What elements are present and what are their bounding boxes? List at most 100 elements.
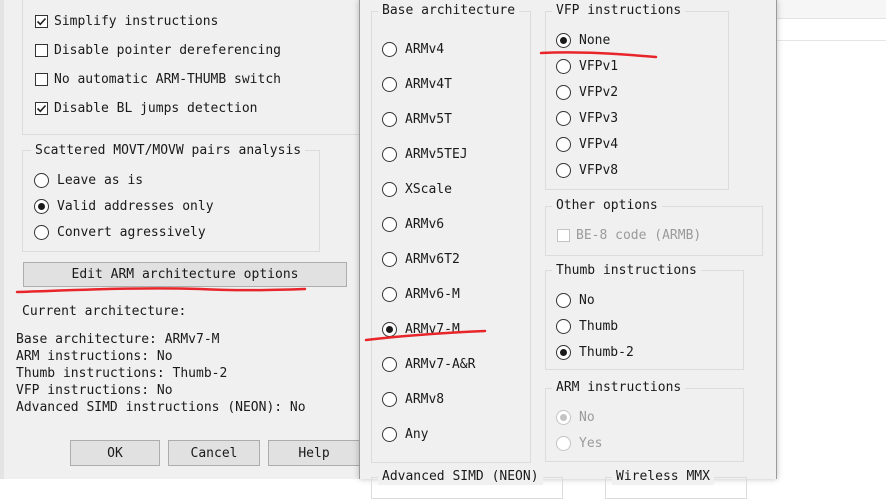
base-armv5tej-label: ARMv5TEJ	[405, 146, 468, 162]
arm-architecture-options-dialog: Base architecture ARMv4 ARMv4T ARMv5T AR…	[359, 0, 777, 499]
simplify-instructions-option[interactable]: Simplify instructions	[35, 12, 218, 30]
current-vfp-instructions: VFP instructions: No	[16, 383, 173, 398]
vfp-vfpv3-label: VFPv3	[579, 110, 619, 126]
other-options-title: Other options	[552, 198, 662, 214]
base-armv6m-option[interactable]: ARMv6-M	[382, 285, 460, 303]
vfp-vfpv4-radio[interactable]	[556, 136, 571, 152]
vfp-vfpv8-radio[interactable]	[556, 162, 571, 178]
wireless-mmx-title: Wireless MMX	[612, 469, 714, 485]
base-armv4t-label: ARMv4T	[405, 76, 452, 92]
vfp-vfpv4-label: VFPv4	[579, 136, 619, 152]
vfp-instructions-title: VFP instructions	[552, 3, 686, 19]
base-armv6-label: ARMv6	[405, 216, 445, 232]
thumb-thumb-option[interactable]: Thumb	[556, 317, 618, 335]
help-button-label: Help	[298, 445, 330, 461]
vfp-none-label: None	[579, 32, 611, 48]
thumb-thumb2-option[interactable]: Thumb-2	[556, 343, 634, 361]
thumb-thumb-label: Thumb	[579, 318, 619, 334]
base-armv5t-label: ARMv5T	[405, 111, 452, 127]
disable-bl-jumps-option[interactable]: Disable BL jumps detection	[35, 99, 258, 117]
base-any-radio[interactable]	[382, 426, 397, 442]
base-xscale-radio[interactable]	[382, 181, 397, 197]
vfp-none-radio[interactable]	[556, 32, 571, 48]
current-arm-instructions: ARM instructions: No	[16, 349, 173, 364]
thumb-instructions-title: Thumb instructions	[552, 263, 701, 279]
arm-no-radio[interactable]	[556, 409, 571, 425]
arm-no-option[interactable]: No	[556, 408, 595, 426]
simplify-instructions-label: Simplify instructions	[54, 13, 219, 29]
movt-leave-as-is-radio[interactable]	[34, 172, 49, 188]
base-armv7m-radio[interactable]	[382, 321, 397, 337]
help-button[interactable]: Help	[268, 440, 360, 466]
vfp-vfpv1-label: VFPv1	[579, 58, 619, 74]
thumb-thumb2-radio[interactable]	[556, 344, 571, 360]
be8-code-checkbox[interactable]	[557, 228, 570, 242]
base-armv6m-radio[interactable]	[382, 286, 397, 302]
vfp-none-option[interactable]: None	[556, 31, 610, 49]
analysis-options-dialog: Simplify instructions Disable pointer de…	[0, 0, 361, 479]
background-window	[775, 0, 886, 479]
vfp-vfpv8-option[interactable]: VFPv8	[556, 161, 618, 179]
base-armv6-radio[interactable]	[382, 216, 397, 232]
base-armv6t2-option[interactable]: ARMv6T2	[382, 250, 460, 268]
base-armv7ar-option[interactable]: ARMv7-A&R	[382, 355, 475, 373]
arm-yes-option[interactable]: Yes	[556, 434, 602, 452]
edit-arm-architecture-options-label: Edit ARM architecture options	[71, 267, 299, 282]
movt-movw-group-title: Scattered MOVT/MOVW pairs analysis	[31, 143, 306, 159]
base-armv6t2-label: ARMv6T2	[405, 251, 460, 267]
movt-convert-aggressively-radio[interactable]	[34, 224, 49, 240]
base-armv7m-option[interactable]: ARMv7-M	[382, 320, 460, 338]
movt-leave-as-is-option[interactable]: Leave as is	[34, 171, 143, 189]
be8-code-label: BE-8 code (ARMB)	[576, 227, 702, 243]
advanced-simd-title: Advanced SIMD (NEON)	[378, 469, 543, 485]
base-xscale-option[interactable]: XScale	[382, 180, 452, 198]
disable-pointer-dereferencing-option[interactable]: Disable pointer dereferencing	[35, 41, 281, 59]
thumb-thumb2-label: Thumb-2	[579, 344, 634, 360]
edit-arm-architecture-options-button[interactable]: Edit ARM architecture options	[23, 262, 347, 287]
no-auto-arm-thumb-switch-option[interactable]: No automatic ARM-THUMB switch	[35, 70, 281, 88]
base-armv4-option[interactable]: ARMv4	[382, 40, 444, 58]
vfp-vfpv1-radio[interactable]	[556, 58, 571, 74]
base-armv4t-option[interactable]: ARMv4T	[382, 75, 452, 93]
base-armv6t2-radio[interactable]	[382, 251, 397, 267]
movt-valid-addresses-radio[interactable]	[34, 198, 49, 214]
base-architecture-title: Base architecture	[378, 3, 520, 19]
simplify-instructions-checkbox[interactable]	[35, 14, 48, 28]
base-any-label: Any	[405, 426, 429, 442]
movt-valid-addresses-option[interactable]: Valid addresses only	[34, 197, 214, 215]
vfp-vfpv4-option[interactable]: VFPv4	[556, 135, 618, 153]
ok-button[interactable]: OK	[70, 440, 160, 466]
vfp-vfpv3-option[interactable]: VFPv3	[556, 109, 618, 127]
thumb-no-option[interactable]: No	[556, 291, 595, 309]
movt-leave-as-is-label: Leave as is	[57, 172, 144, 188]
vfp-vfpv8-label: VFPv8	[579, 162, 619, 178]
vfp-vfpv1-option[interactable]: VFPv1	[556, 57, 618, 75]
cancel-button[interactable]: Cancel	[168, 440, 260, 466]
base-armv5tej-option[interactable]: ARMv5TEJ	[382, 145, 468, 163]
disable-pointer-dereferencing-checkbox[interactable]	[35, 43, 48, 57]
thumb-thumb-radio[interactable]	[556, 318, 571, 334]
current-base-architecture: Base architecture: ARMv7-M	[16, 332, 220, 347]
disable-bl-jumps-checkbox[interactable]	[35, 101, 48, 115]
arm-yes-radio[interactable]	[556, 435, 571, 451]
base-armv5tej-radio[interactable]	[382, 146, 397, 162]
base-armv8-radio[interactable]	[382, 391, 397, 407]
base-armv7ar-radio[interactable]	[382, 356, 397, 372]
movt-convert-aggressively-option[interactable]: Convert agressively	[34, 223, 206, 241]
base-armv5t-radio[interactable]	[382, 111, 397, 127]
base-armv8-option[interactable]: ARMv8	[382, 390, 444, 408]
thumb-no-radio[interactable]	[556, 292, 571, 308]
vfp-vfpv2-option[interactable]: VFPv2	[556, 83, 618, 101]
base-any-option[interactable]: Any	[382, 425, 428, 443]
be8-code-option[interactable]: BE-8 code (ARMB)	[557, 226, 701, 244]
base-armv4t-radio[interactable]	[382, 76, 397, 92]
base-armv4-radio[interactable]	[382, 41, 397, 57]
base-armv5t-option[interactable]: ARMv5T	[382, 110, 452, 128]
base-armv6-option[interactable]: ARMv6	[382, 215, 444, 233]
base-armv4-label: ARMv4	[405, 41, 445, 57]
no-auto-arm-thumb-switch-checkbox[interactable]	[35, 72, 48, 86]
vfp-vfpv3-radio[interactable]	[556, 110, 571, 126]
vfp-vfpv2-radio[interactable]	[556, 84, 571, 100]
current-simd-instructions: Advanced SIMD instructions (NEON): No	[16, 400, 306, 415]
vfp-vfpv2-label: VFPv2	[579, 84, 619, 100]
